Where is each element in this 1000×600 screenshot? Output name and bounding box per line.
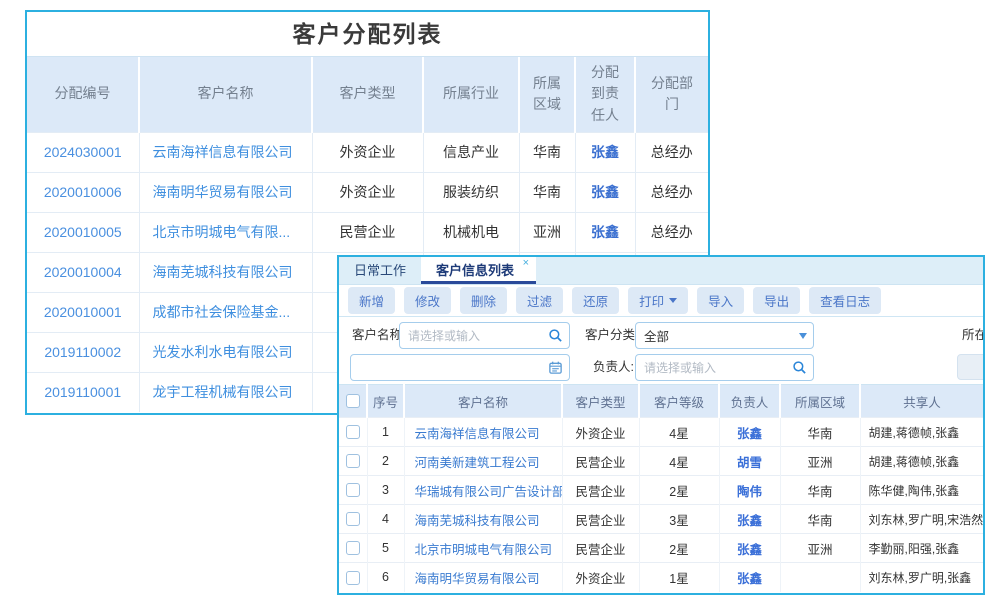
row-checkbox[interactable] <box>346 541 360 555</box>
restore-button[interactable]: 还原 <box>572 287 619 314</box>
row-checkbox[interactable] <box>346 512 360 526</box>
page-title: 客户分配列表 <box>27 12 708 57</box>
col-shared: 共享人 <box>860 385 983 418</box>
col-dept: 分配部门 <box>635 57 708 132</box>
close-icon[interactable]: × <box>523 258 529 269</box>
customer-name-link[interactable]: 北京市明城电气有限公司 <box>415 543 553 557</box>
customer-name-link[interactable]: 海南芜城科技有限公司 <box>415 514 540 528</box>
calendar-icon[interactable] <box>548 360 563 375</box>
tab-bar: 日常工作 客户信息列表 × <box>339 257 983 285</box>
owner-label: 负责人: <box>593 354 634 381</box>
col-index: 序号 <box>367 385 404 418</box>
owner-link[interactable]: 陶伟 <box>737 485 762 499</box>
filter-button[interactable]: 过滤 <box>516 287 563 314</box>
customer-name-link[interactable]: 云南海祥信息有限公司 <box>415 427 540 441</box>
owner-input[interactable] <box>644 361 792 375</box>
alloc-id-link[interactable]: 2020010001 <box>44 304 122 320</box>
customer-name-input[interactable] <box>408 329 548 343</box>
customer-name-link[interactable]: 成都市社会保险基金... <box>153 304 291 320</box>
alloc-id-link[interactable]: 2020010004 <box>44 264 122 280</box>
owner-search <box>635 354 814 381</box>
col-customer-grade: 客户等级 <box>639 385 719 418</box>
owner-link[interactable]: 张鑫 <box>737 543 762 557</box>
customer-info-panel: 日常工作 客户信息列表 × 新增 修改 删除 过滤 还原 打印 导入 导出 查看… <box>337 255 985 595</box>
owner-link[interactable]: 张鑫 <box>591 224 619 240</box>
col-customer-name: 客户名称 <box>139 57 312 132</box>
alloc-id-link[interactable]: 2024030001 <box>44 144 122 160</box>
customer-name-link[interactable]: 海南明华贸易有限公司 <box>153 184 293 200</box>
owner-link[interactable]: 张鑫 <box>737 514 762 528</box>
customer-name-link[interactable]: 北京市明城电气有限... <box>153 224 291 240</box>
owner-link[interactable]: 张鑫 <box>591 144 619 160</box>
customer-name-link[interactable]: 海南芜城科技有限公司 <box>153 264 293 280</box>
toolbar: 新增 修改 删除 过滤 还原 打印 导入 导出 查看日志 <box>339 285 983 317</box>
customer-name-link[interactable]: 华瑞城有限公司广告设计部 <box>415 485 563 499</box>
table-row: 2020010006 海南明华贸易有限公司 外资企业 服装纺织 华南 张鑫 总经… <box>27 172 708 212</box>
owner-link[interactable]: 胡雪 <box>737 456 762 470</box>
col-assigned-owner: 分配到责任人 <box>575 57 635 132</box>
customer-category-select[interactable]: 全部 <box>635 322 814 349</box>
table-row: 2020010005 北京市明城电气有限... 民营企业 机械机电 亚洲 张鑫 … <box>27 212 708 252</box>
clipped-region-label: 所在 <box>962 322 985 349</box>
table-row: 5 北京市明城电气有限公司 民营企业 2星 张鑫 亚洲 李勤丽,阳强,张鑫 <box>339 534 983 563</box>
alloc-id-link[interactable]: 2019110002 <box>44 344 121 360</box>
import-button[interactable]: 导入 <box>697 287 744 314</box>
chevron-down-icon <box>799 333 807 339</box>
delete-button[interactable]: 删除 <box>460 287 507 314</box>
table-row: 1 云南海祥信息有限公司 外资企业 4星 张鑫 华南 胡建,蒋德帧,张鑫 <box>339 418 983 447</box>
customer-name-search <box>399 322 570 349</box>
search-icon[interactable] <box>548 328 563 343</box>
table-row: 2024030001 云南海祥信息有限公司 外资企业 信息产业 华南 张鑫 总经… <box>27 132 708 172</box>
row-checkbox[interactable] <box>346 425 360 439</box>
col-alloc-id: 分配编号 <box>27 57 139 132</box>
row-checkbox[interactable] <box>346 483 360 497</box>
date-input[interactable] <box>359 361 548 375</box>
table-row: 6 海南明华贸易有限公司 外资企业 1星 张鑫 刘东林,罗广明,张鑫 <box>339 563 983 592</box>
row-checkbox[interactable] <box>346 454 360 468</box>
customer-name-link[interactable]: 海南明华贸易有限公司 <box>415 572 540 586</box>
owner-link[interactable]: 张鑫 <box>737 427 762 441</box>
owner-link[interactable]: 张鑫 <box>591 184 619 200</box>
chevron-down-icon <box>669 298 677 303</box>
customer-category-label: 客户分类: <box>585 322 638 349</box>
view-log-button[interactable]: 查看日志 <box>809 287 881 314</box>
customer-name-link[interactable]: 龙宇工程机械有限公司 <box>153 384 293 400</box>
customer-header-row: 序号 客户名称 客户类型 客户等级 负责人 所属区域 共享人 <box>339 385 983 418</box>
alloc-id-link[interactable]: 2020010006 <box>44 184 122 200</box>
customer-name-link[interactable]: 云南海祥信息有限公司 <box>153 144 293 160</box>
edit-button[interactable]: 修改 <box>404 287 451 314</box>
table-row: 2 河南美新建筑工程公司 民营企业 4星 胡雪 亚洲 胡建,蒋德帧,张鑫 <box>339 447 983 476</box>
select-all-checkbox[interactable] <box>346 394 360 408</box>
col-industry: 所属行业 <box>423 57 519 132</box>
col-region: 所属区域 <box>780 385 860 418</box>
alloc-id-link[interactable]: 2019110001 <box>44 384 121 400</box>
tab-customer-info-list[interactable]: 客户信息列表 × <box>421 257 536 284</box>
owner-link[interactable]: 张鑫 <box>737 572 762 586</box>
print-button[interactable]: 打印 <box>628 287 688 314</box>
col-region: 所属区域 <box>519 57 575 132</box>
table-row: 4 海南芜城科技有限公司 民营企业 3星 张鑫 华南 刘东林,罗广明,宋浩然,张… <box>339 505 983 534</box>
clipped-field-stub <box>957 354 985 380</box>
col-customer-type: 客户类型 <box>562 385 639 418</box>
customer-name-link[interactable]: 光发水利水电有限公司 <box>153 344 293 360</box>
search-icon[interactable] <box>792 360 807 375</box>
page: 客户分配列表 分配编号 客户名称 客户类型 所属行业 所属区域 分配到责任人 分… <box>0 0 1000 600</box>
export-button[interactable]: 导出 <box>753 287 800 314</box>
customer-name-link[interactable]: 河南美新建筑工程公司 <box>415 456 540 470</box>
customer-name-label: 客户名称: <box>352 322 405 349</box>
filter-area: 客户名称: 客户分类: 全部 所在 <box>339 317 983 384</box>
alloc-id-link[interactable]: 2020010005 <box>44 224 122 240</box>
add-button[interactable]: 新增 <box>348 287 395 314</box>
col-customer-name: 客户名称 <box>404 385 562 418</box>
col-customer-type: 客户类型 <box>312 57 423 132</box>
allocation-header-row: 分配编号 客户名称 客户类型 所属行业 所属区域 分配到责任人 分配部门 <box>27 57 708 132</box>
row-checkbox[interactable] <box>346 571 360 585</box>
table-row: 3 华瑞城有限公司广告设计部 民营企业 2星 陶伟 华南 陈华健,陶伟,张鑫 <box>339 476 983 505</box>
col-owner: 负责人 <box>719 385 780 418</box>
date-field <box>350 354 570 381</box>
customer-table: 序号 客户名称 客户类型 客户等级 负责人 所属区域 共享人 1 云南海祥信息有… <box>339 384 983 592</box>
tab-daily-work[interactable]: 日常工作 <box>339 257 421 284</box>
